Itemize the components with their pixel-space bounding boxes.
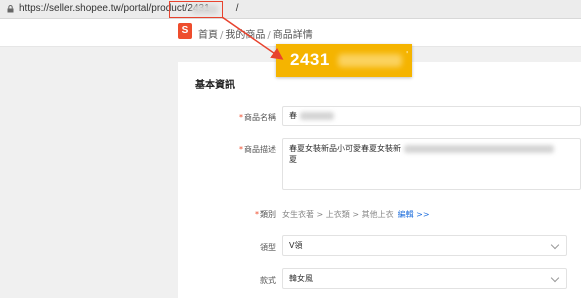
product-name-input[interactable]: 春 [282,106,581,126]
product-name-redacted [299,111,334,120]
breadcrumb: 首頁 / 我的商品 / 商品詳情 [198,26,313,41]
style-value: 韓女風 [289,274,313,283]
category-label: *類別 [255,210,276,219]
style-label: 款式 [260,276,276,285]
collar-label: 領型 [260,243,276,252]
url-annotation-box [169,1,223,18]
section-title: 基本資訊 [195,80,235,91]
breadcrumb-home[interactable]: 首頁 [198,30,218,41]
url-suffix: / [235,3,239,14]
product-id-redacted [338,54,402,67]
breadcrumb-my-products[interactable]: 我的商品 [225,30,265,41]
browser-address-bar[interactable]: https://seller.shopee.tw/portal/product/… [0,0,581,19]
category-path: 女生衣著 > 上衣類 > 其他上衣 編輯 >> [282,209,430,220]
product-id-text: 2431 [290,50,330,69]
page-header: S 首頁 / 我的商品 / 商品詳情 [0,19,581,47]
callout-mark: ' [406,50,409,59]
lock-icon [7,5,14,13]
sidebar [0,48,175,298]
product-name-value: 春 [289,111,297,120]
required-mark: * [239,145,243,154]
category-path-text: 女生衣著 > 上衣類 > 其他上衣 [282,210,394,219]
collar-value: V領 [289,241,303,250]
product-name-label: *商品名稱 [239,113,276,122]
style-select[interactable]: 韓女風 [282,268,567,289]
breadcrumb-product-detail: 商品詳情 [272,30,313,41]
chevron-down-icon [550,240,560,250]
description-line-2: 夏 [289,155,297,164]
collar-select[interactable]: V領 [282,235,567,256]
breadcrumb-separator: / [267,30,271,41]
description-label: *商品描述 [239,145,276,154]
product-id-callout: 2431 ' [276,44,412,77]
required-mark: * [239,113,243,122]
product-detail-card: 基本資訊 *商品名稱 春 *商品描述 春夏女裝新品小可愛春夏女裝新 夏 *類別 … [178,62,581,298]
required-mark: * [255,210,259,219]
description-textarea[interactable]: 春夏女裝新品小可愛春夏女裝新 夏 [282,138,581,190]
description-line-1: 春夏女裝新品小可愛春夏女裝新 [289,144,401,153]
shopee-logo-icon[interactable]: S [178,23,192,39]
description-redacted [403,144,554,153]
breadcrumb-separator: / [220,30,224,41]
chevron-down-icon [550,273,560,283]
category-edit-link[interactable]: 編輯 >> [398,210,430,219]
